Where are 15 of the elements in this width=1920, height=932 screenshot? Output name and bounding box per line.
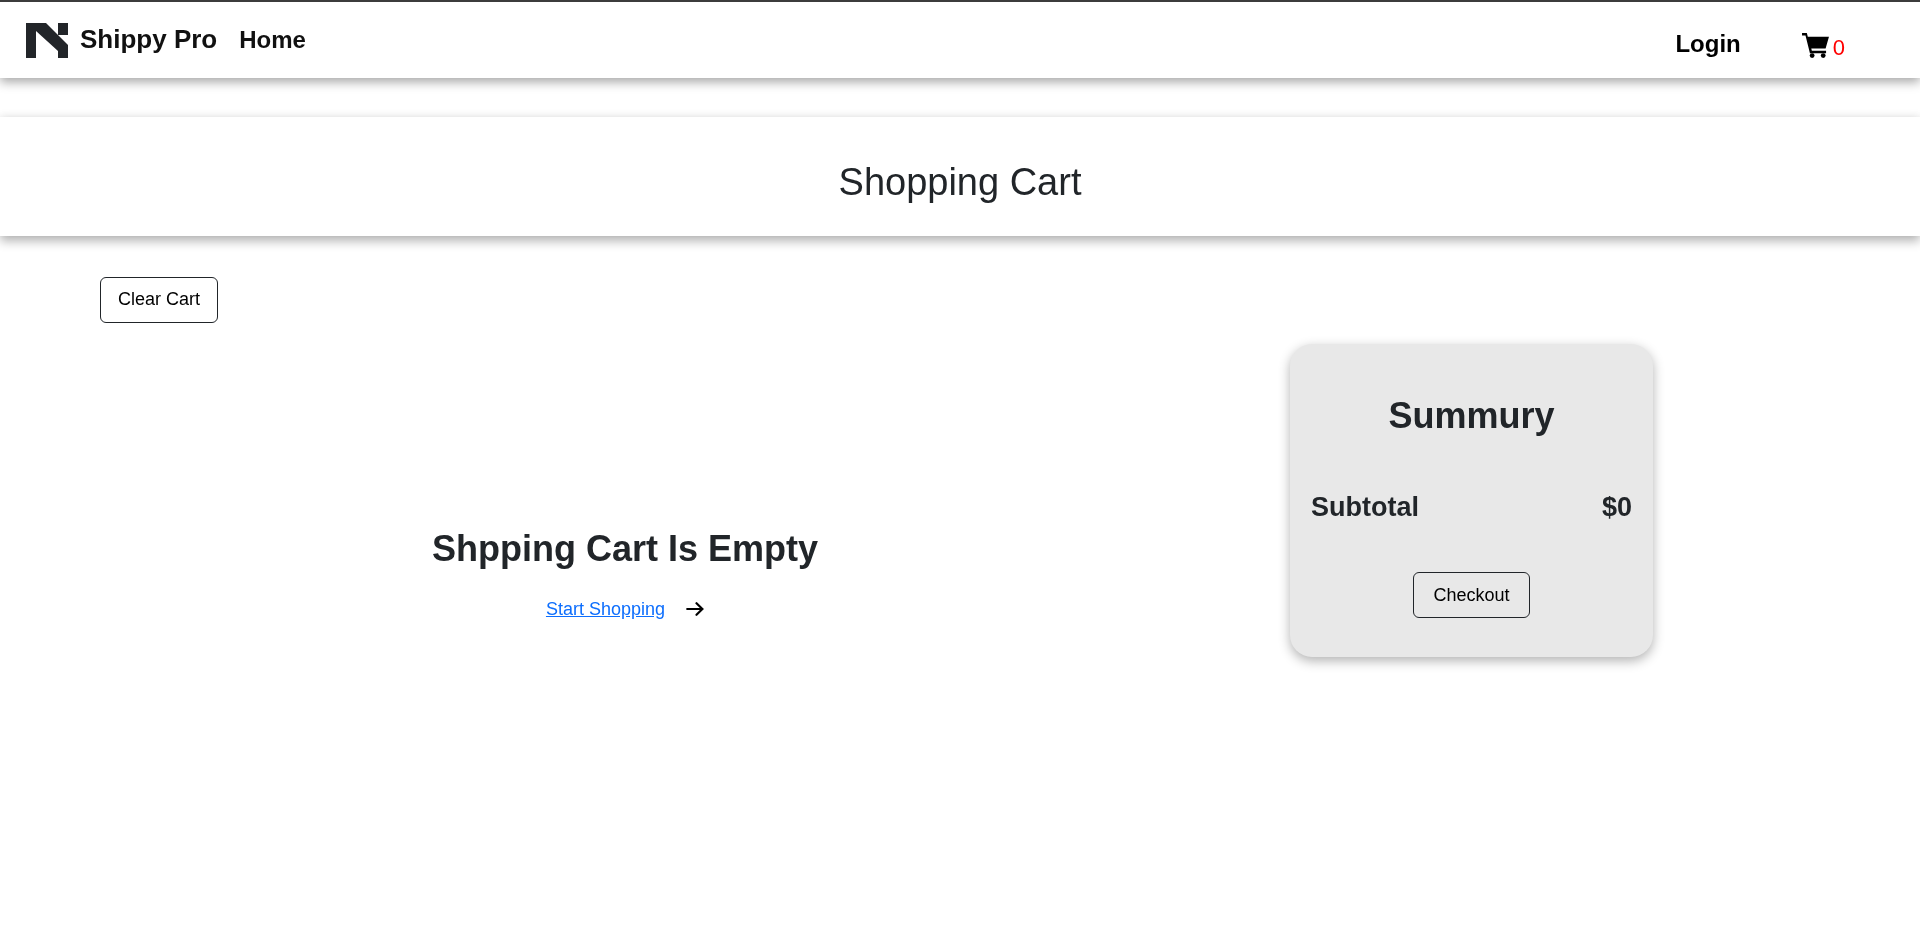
cart-link[interactable]: 0 [1801, 32, 1845, 58]
start-shopping-link[interactable]: Start Shopping [545, 595, 666, 623]
arrow-right-icon [686, 602, 705, 617]
checkout-button[interactable]: Checkout [1413, 572, 1530, 619]
summary-title: Summury [1388, 393, 1555, 437]
clear-cart-button[interactable]: Clear Cart [100, 276, 219, 323]
summary-label: Subtotal [1311, 490, 1419, 524]
logo-icon [26, 22, 68, 58]
login-link[interactable]: Login [1675, 29, 1741, 59]
empty-cart-heading: Shpping Cart Is Empty [431, 526, 818, 570]
brand-link[interactable]: Shippy Pro [26, 22, 218, 58]
page-title: Shopping Cart [838, 160, 1082, 205]
cart-icon [1801, 32, 1829, 58]
summary-value: $0 [1601, 490, 1632, 524]
nav-link[interactable]: Home [239, 25, 306, 55]
